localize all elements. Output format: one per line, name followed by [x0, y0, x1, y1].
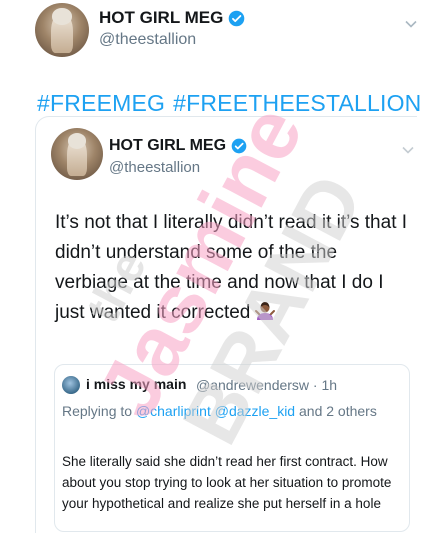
mention-link[interactable]: @dazzle_kid: [215, 403, 295, 419]
author-avatar[interactable]: [35, 3, 89, 57]
mention-link[interactable]: @charliprint: [136, 403, 211, 419]
reply-tweet-text: She literally said she didn’t read her f…: [62, 454, 392, 511]
reply-author-name[interactable]: i miss my main: [86, 376, 186, 392]
chevron-down-icon[interactable]: [402, 142, 414, 160]
replying-suffix: and 2 others: [299, 403, 377, 419]
quoted-tweet-text-content: It’s not that I literally didn’t read it…: [55, 212, 408, 323]
verified-badge-icon: [231, 138, 247, 154]
quoted-tweet-text: It’s not that I literally didn’t read it…: [55, 208, 415, 332]
replying-to-line: Replying to @charliprint @dazzle_kid and…: [62, 401, 402, 422]
author-name-row[interactable]: HOT GIRL MEG: [99, 8, 245, 28]
replying-prefix: Replying to: [62, 403, 133, 419]
quoted-author-name-row[interactable]: HOT GIRL MEG: [109, 137, 247, 155]
quoted-author-name[interactable]: HOT GIRL MEG: [109, 137, 226, 155]
verified-badge-icon: [228, 10, 245, 27]
author-handle[interactable]: @theestallion: [99, 31, 196, 49]
quoted-author-handle[interactable]: @theestallion: [109, 159, 200, 176]
hashtag-link[interactable]: #FREEMEG: [37, 90, 165, 116]
reply-author-avatar[interactable]: [62, 376, 80, 394]
reply-author-handle-time[interactable]: @andrewendersw · 1h: [196, 377, 337, 393]
woman-shrugging-emoji: [254, 300, 276, 332]
hashtag-link[interactable]: #FREETHEESTALLION: [173, 90, 421, 116]
tweet-hashtags: #FREEMEG #FREETHEESTALLION: [37, 90, 423, 117]
author-name[interactable]: HOT GIRL MEG: [99, 8, 223, 28]
chevron-down-icon[interactable]: [405, 16, 417, 34]
quoted-author-avatar[interactable]: [51, 128, 103, 180]
